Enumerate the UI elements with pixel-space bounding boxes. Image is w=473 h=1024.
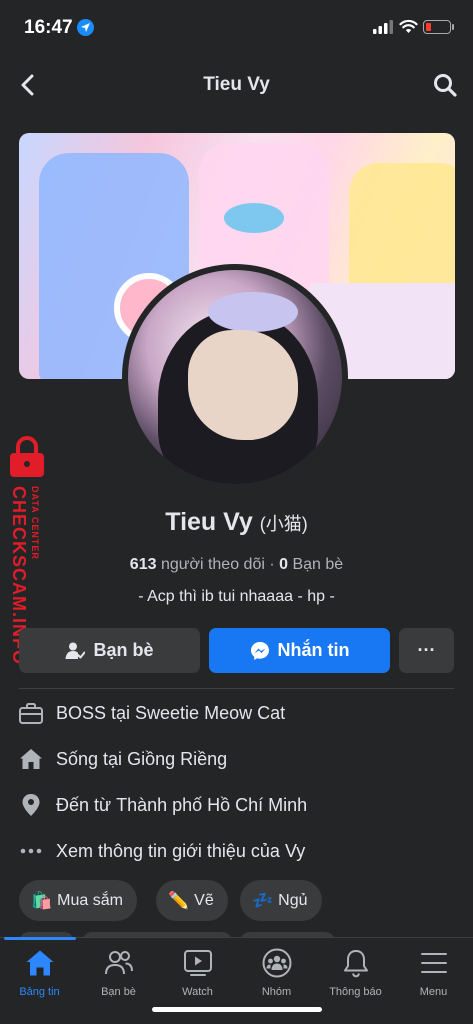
briefcase-icon bbox=[19, 701, 43, 725]
shopping-bag-icon: 🛍️ bbox=[31, 890, 53, 910]
home-icon bbox=[19, 747, 43, 771]
battery-icon bbox=[423, 20, 451, 34]
cellular-signal-icon bbox=[373, 20, 393, 34]
battery-cap bbox=[452, 24, 454, 30]
info-from: Đến từ Thành phố Hồ Chí Minh bbox=[19, 790, 459, 820]
profile-stats: 613 người theo dõi · 0 Bạn bè bbox=[0, 556, 473, 574]
profile-bio: - Acp thì ib tui nhaaaa - hp - bbox=[138, 588, 335, 605]
home-indicator[interactable] bbox=[152, 1007, 322, 1012]
tab-menu[interactable]: Menu bbox=[394, 946, 473, 998]
bell-icon bbox=[316, 946, 395, 980]
wifi-icon bbox=[399, 19, 418, 33]
tab-label: Bạn bè bbox=[101, 986, 136, 998]
friends-button-label: Bạn bè bbox=[93, 640, 154, 660]
hobby-chip-drawing[interactable]: ✏️ Vẽ bbox=[156, 880, 228, 921]
tab-label: Bảng tin bbox=[19, 986, 60, 998]
section-divider bbox=[19, 688, 454, 689]
hobby-label: Vẽ bbox=[194, 891, 214, 909]
home-icon bbox=[0, 946, 79, 980]
info-work: BOSS tại Sweetie Meow Cat bbox=[19, 698, 459, 728]
status-bar: 16:47 bbox=[0, 0, 473, 52]
about-link[interactable]: Xem thông tin giới thiệu của Vy bbox=[56, 841, 305, 862]
friends-button[interactable]: Bạn bè bbox=[19, 628, 200, 673]
hobby-chip-shopping[interactable]: 🛍️ Mua sắm bbox=[19, 880, 137, 921]
lock-icon bbox=[10, 436, 44, 477]
more-icon: ··· bbox=[417, 640, 436, 660]
tab-friends[interactable]: Bạn bè bbox=[79, 946, 158, 998]
ellipsis-icon bbox=[19, 839, 43, 863]
followers-label[interactable]: người theo dõi bbox=[161, 556, 265, 573]
work-prefix: BOSS tại bbox=[56, 702, 131, 723]
followers-count[interactable]: 613 bbox=[130, 556, 157, 573]
friends-label[interactable]: Bạn bè bbox=[292, 556, 343, 573]
stats-separator: · bbox=[269, 556, 275, 573]
work-place-link[interactable]: Sweetie Meow Cat bbox=[135, 703, 285, 724]
tab-groups[interactable]: Nhóm bbox=[237, 946, 316, 998]
lives-place-link[interactable]: Giồng Riềng bbox=[127, 749, 227, 770]
friend-check-icon bbox=[65, 642, 86, 659]
tab-label: Watch bbox=[182, 986, 213, 998]
profile-avatar[interactable] bbox=[122, 264, 348, 490]
tab-home[interactable]: Bảng tin bbox=[0, 946, 79, 998]
friends-icon bbox=[79, 946, 158, 980]
tab-notifications[interactable]: Thông báo bbox=[316, 946, 395, 998]
info-about[interactable]: Xem thông tin giới thiệu của Vy bbox=[19, 836, 459, 866]
tab-label: Menu bbox=[419, 986, 448, 998]
tab-label: Thông báo bbox=[329, 986, 382, 998]
location-arrow-icon bbox=[77, 19, 94, 36]
info-lives: Sống tại Giồng Riềng bbox=[19, 744, 459, 774]
location-pin-icon bbox=[19, 793, 43, 817]
profile-alt-name: (小猫) bbox=[259, 514, 308, 534]
from-place-link[interactable]: Thành phố Hồ Chí Minh bbox=[116, 795, 307, 816]
hobby-label: Ngủ bbox=[278, 891, 308, 909]
groups-icon bbox=[237, 946, 316, 980]
messenger-icon bbox=[250, 641, 269, 660]
lives-prefix: Sống tại bbox=[56, 748, 123, 769]
hobby-chip-sleeping[interactable]: 💤 Ngủ bbox=[240, 880, 322, 921]
video-play-icon bbox=[158, 946, 237, 980]
active-tab-indicator bbox=[4, 937, 76, 940]
tab-watch[interactable]: Watch bbox=[158, 946, 237, 998]
top-nav: Tieu Vy bbox=[0, 60, 473, 110]
tab-label: Nhóm bbox=[261, 986, 292, 998]
message-button[interactable]: Nhắn tin bbox=[209, 628, 390, 673]
pencil-icon: ✏️ bbox=[168, 890, 190, 910]
message-button-label: Nhắn tin bbox=[277, 640, 350, 660]
from-prefix: Đến từ bbox=[56, 794, 112, 815]
hamburger-menu-icon bbox=[394, 946, 473, 980]
friends-count[interactable]: 0 bbox=[279, 556, 288, 573]
page-title: Tieu Vy bbox=[203, 74, 270, 95]
sleep-zzz-icon: 💤 bbox=[252, 890, 274, 910]
profile-name: Tieu Vy (小猫) bbox=[0, 508, 473, 537]
more-options-button[interactable]: ··· bbox=[399, 628, 454, 673]
search-icon[interactable] bbox=[433, 73, 457, 97]
hobby-label: Mua sắm bbox=[57, 891, 123, 909]
profile-name-text: Tieu Vy bbox=[165, 508, 253, 536]
clock: 16:47 bbox=[24, 17, 73, 38]
